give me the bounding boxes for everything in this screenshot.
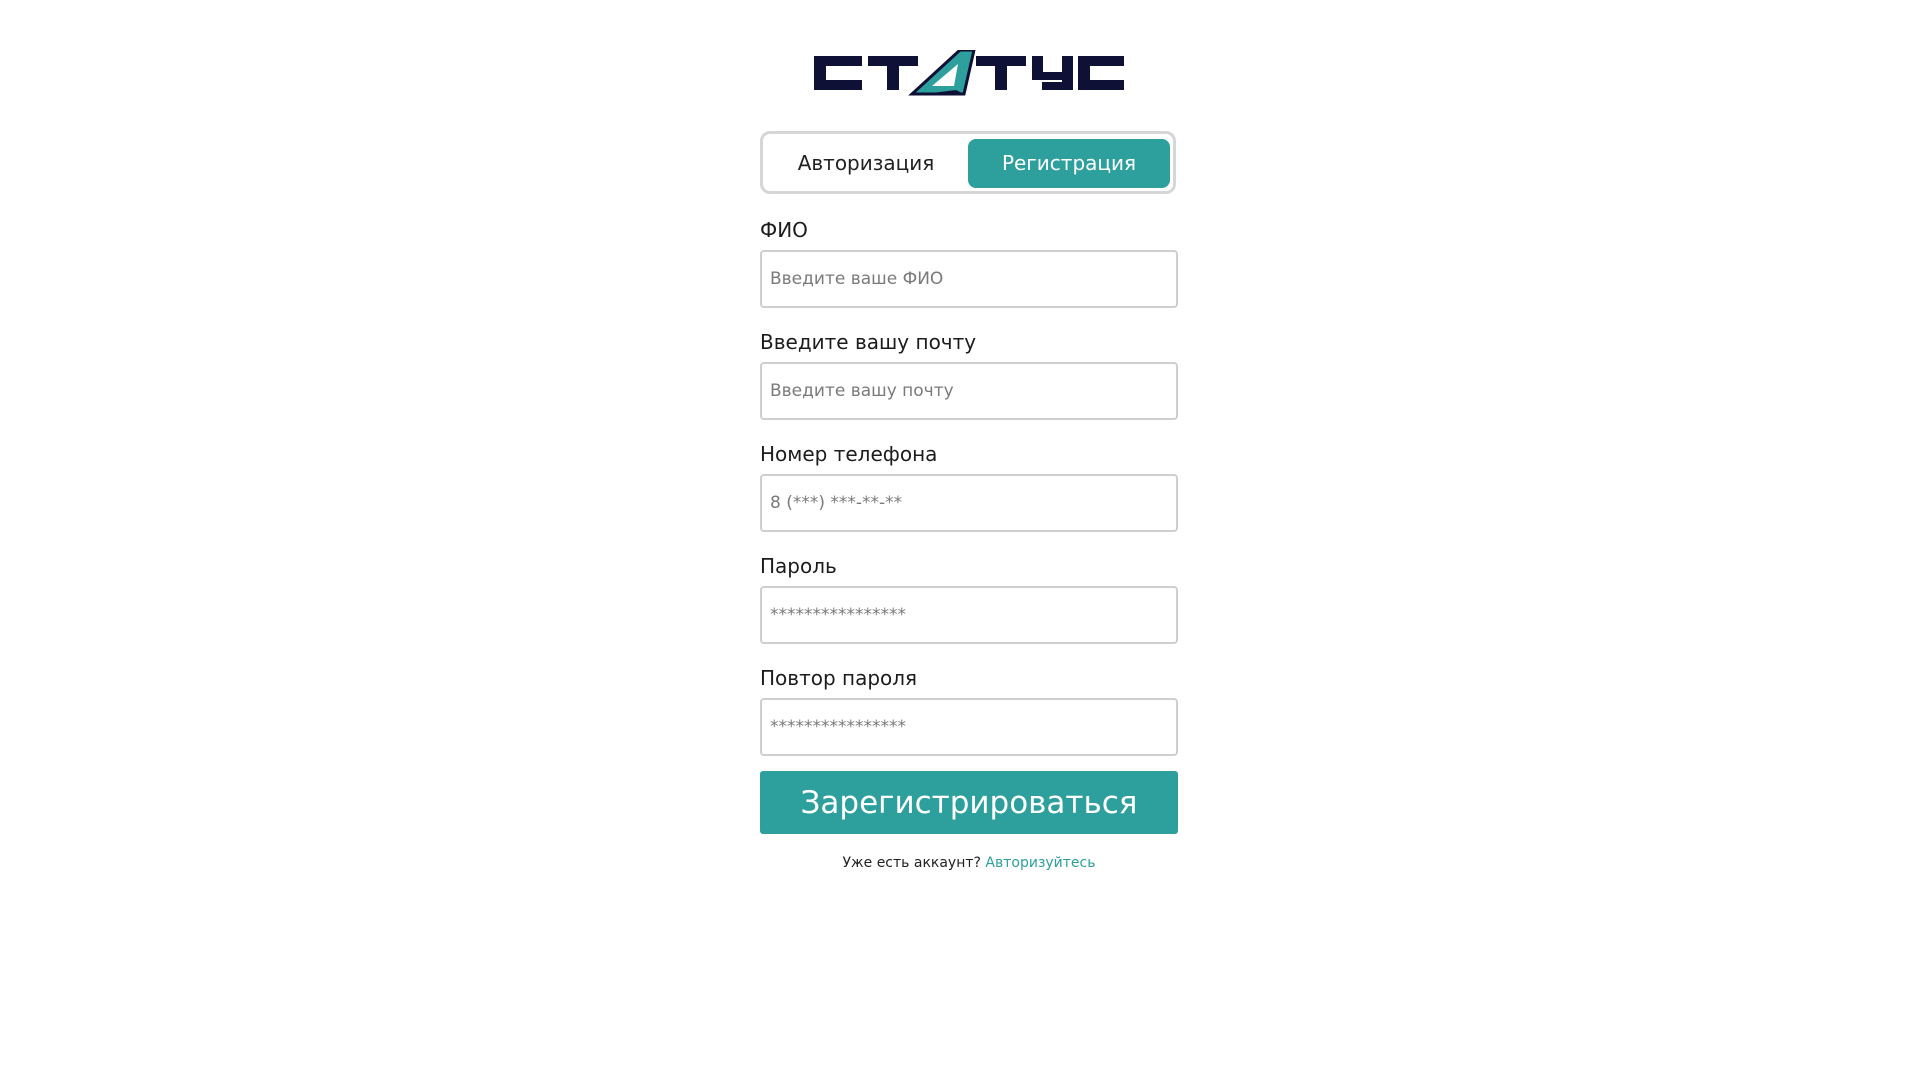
fio-label: ФИО: [760, 218, 808, 242]
login-prompt: Уже есть аккаунт? Авторизуйтесь: [760, 855, 1178, 871]
email-label: Введите вашу почту: [760, 330, 977, 354]
login-link[interactable]: Авторизуйтесь: [985, 855, 1095, 871]
phone-input[interactable]: [760, 474, 1178, 532]
tab-register[interactable]: Регистрация: [968, 139, 1170, 188]
password-repeat-label: Повтор пароля: [760, 666, 918, 690]
fio-input[interactable]: [760, 250, 1178, 308]
password-input[interactable]: [760, 586, 1178, 644]
login-prompt-text: Уже есть аккаунт?: [842, 855, 981, 871]
phone-label: Номер телефона: [760, 442, 938, 466]
email-input[interactable]: [760, 362, 1178, 420]
registration-page: Авторизация Регистрация ФИО Введите вашу…: [0, 0, 1919, 1079]
auth-tabs: Авторизация Регистрация: [760, 131, 1176, 194]
register-button[interactable]: Зарегистрироваться: [760, 771, 1178, 834]
status-logo: [814, 50, 1124, 96]
password-label: Пароль: [760, 554, 837, 578]
tab-login[interactable]: Авторизация: [768, 139, 964, 188]
password-repeat-input[interactable]: [760, 698, 1178, 756]
